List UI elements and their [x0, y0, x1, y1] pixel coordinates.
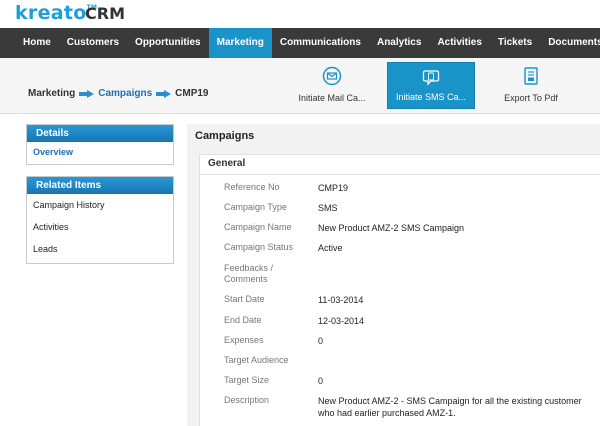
breadcrumb-campaigns[interactable]: Campaigns: [98, 88, 152, 99]
nav-item-communications[interactable]: Communications: [272, 28, 369, 58]
field-value-campaign-status: Active: [318, 243, 343, 253]
field-label-end-date: End Date: [224, 315, 262, 325]
related-items-panel: Related Items Campaign History Activitie…: [26, 176, 174, 264]
field-label-target-audience: Target Audience: [224, 355, 289, 365]
details-panel-title: Details: [27, 125, 173, 142]
arrow-right-icon: [156, 89, 172, 98]
field-label-target-size: Target Size: [224, 375, 270, 385]
arrow-right-icon: [79, 89, 95, 98]
page-title: Campaigns: [195, 130, 255, 142]
initiate-sms-campaign-label: Initiate SMS Ca...: [395, 92, 467, 102]
breadcrumb-current: CMP19: [175, 88, 209, 99]
nav-item-marketing[interactable]: Marketing: [208, 28, 272, 58]
field-value-description: New Product AMZ-2 - SMS Campaign for all…: [318, 396, 582, 418]
field-label-campaign-type: Campaign Type: [224, 202, 287, 212]
mail-campaign-icon: [322, 66, 342, 86]
sidebar-item-leads[interactable]: Leads: [27, 238, 173, 260]
pdf-export-icon: [524, 67, 538, 85]
field-value-campaign-name: New Product AMZ-2 SMS Campaign: [318, 223, 465, 233]
nav-item-tickets[interactable]: Tickets: [490, 28, 540, 58]
field-value-end-date: 12-03-2014: [318, 316, 365, 326]
brand-logo-text: kreato: [15, 2, 87, 24]
initiate-mail-campaign-label: Initiate Mail Ca...: [298, 93, 366, 103]
sidebar-item-activities[interactable]: Activities: [27, 216, 173, 238]
field-label-campaign-name: Campaign Name: [224, 222, 292, 232]
app-name: CRM: [85, 4, 125, 23]
sidebar-item-campaign-history[interactable]: Campaign History: [27, 194, 173, 216]
top-bar: kreatoTM CRM: [0, 0, 600, 28]
section-divider: [200, 174, 600, 175]
field-value-campaign-type: SMS: [318, 203, 338, 213]
field-label-expenses: Expenses: [224, 335, 264, 345]
nav-item-customers[interactable]: Customers: [59, 28, 127, 58]
field-value-start-date: 11-03-2014: [318, 295, 364, 305]
field-label-start-date: Start Date: [224, 294, 265, 304]
main-content: Campaigns General Reference No CMP19 Cam…: [187, 124, 600, 426]
section-title: General: [208, 158, 246, 169]
related-items-panel-title: Related Items: [27, 177, 173, 194]
field-label-reference-no: Reference No: [224, 182, 280, 192]
nav-item-documents[interactable]: Documents: [540, 28, 600, 58]
main-nav: Home Customers Opportunities Marketing C…: [0, 28, 600, 58]
field-label-description: Description: [224, 395, 270, 405]
field-value-target-size: 0: [318, 376, 324, 386]
breadcrumb-marketing[interactable]: Marketing: [28, 88, 75, 99]
nav-item-opportunities[interactable]: Opportunities: [127, 28, 209, 58]
field-value-reference-no: CMP19: [318, 183, 349, 193]
field-value-expenses: 0: [318, 336, 324, 346]
sms-campaign-icon: [422, 70, 440, 86]
export-to-pdf-label: Export To Pdf: [504, 93, 558, 103]
breadcrumb: Marketing Campaigns CMP19: [28, 88, 209, 99]
nav-item-home[interactable]: Home: [0, 28, 59, 58]
initiate-sms-campaign-button[interactable]: Initiate SMS Ca...: [387, 62, 475, 109]
field-label-feedbacks-comments: Feedbacks / Comments: [224, 263, 274, 284]
field-label-campaign-status: Campaign Status: [224, 242, 294, 252]
export-to-pdf-button[interactable]: Export To Pdf: [492, 62, 570, 109]
initiate-mail-campaign-button[interactable]: Initiate Mail Ca...: [288, 62, 376, 109]
nav-item-analytics[interactable]: Analytics: [369, 28, 429, 58]
details-panel: Details Overview: [26, 124, 174, 165]
nav-item-activities[interactable]: Activities: [429, 28, 489, 58]
sub-header: Marketing Campaigns CMP19 Initiate Mail …: [0, 58, 600, 114]
general-section: General Reference No CMP19 Campaign Type…: [199, 154, 600, 426]
sidebar-item-overview[interactable]: Overview: [27, 142, 173, 164]
